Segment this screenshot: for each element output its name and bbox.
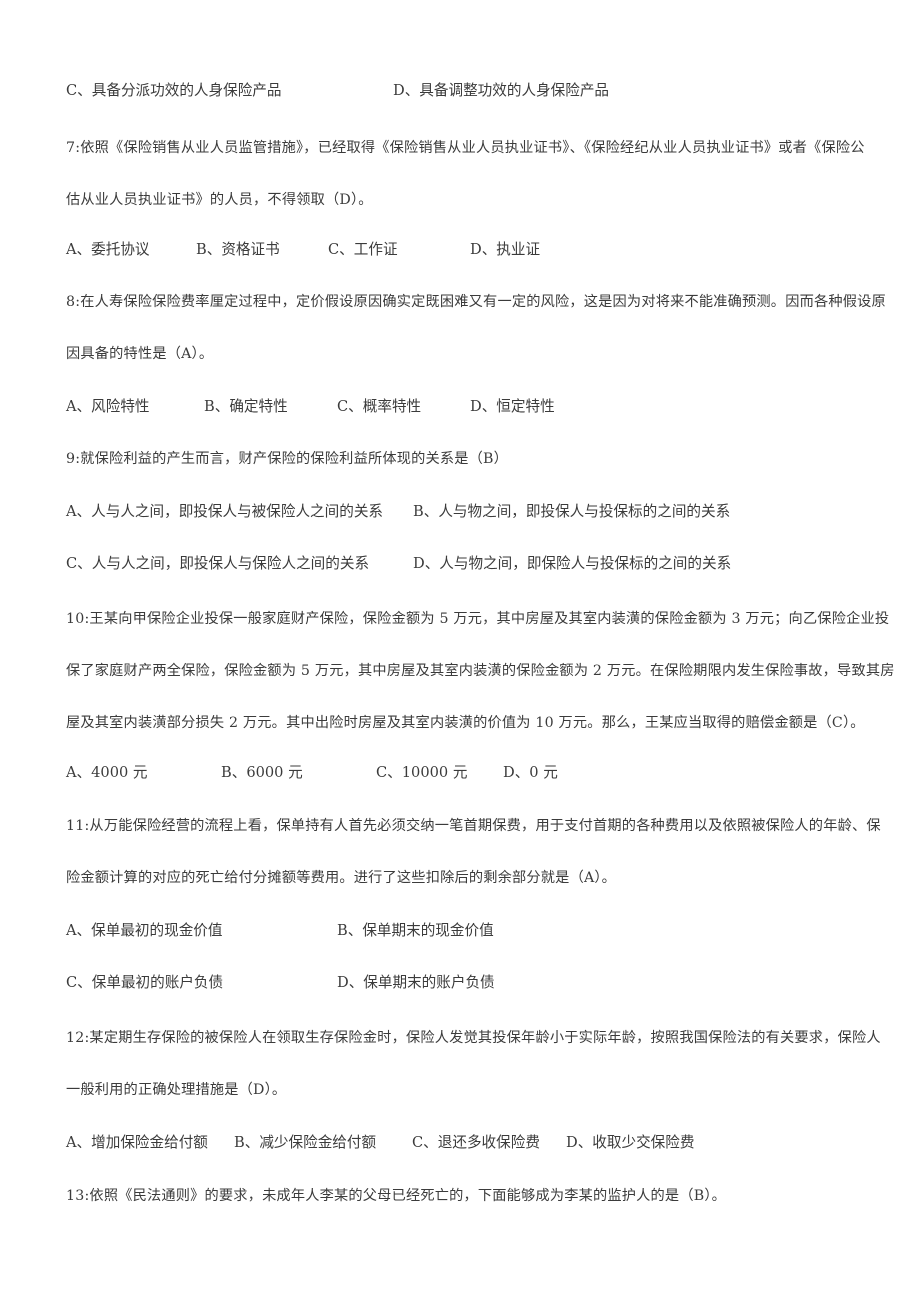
- question-text-line: 因具备的特性是（A）。: [66, 346, 214, 362]
- answer-option[interactable]: D、人与物之间，即保险人与投保标的之间的关系: [413, 556, 731, 572]
- answer-option[interactable]: B、减少保险金给付额: [234, 1135, 376, 1151]
- answer-option[interactable]: B、资格证书: [196, 242, 280, 258]
- answer-option[interactable]: A、委托协议: [66, 242, 150, 258]
- answer-option[interactable]: A、4000 元: [66, 765, 148, 781]
- answer-option[interactable]: B、6000 元: [221, 765, 303, 781]
- question-text-line: 一般利用的正确处理措施是（D）。: [66, 1082, 287, 1098]
- answer-option[interactable]: D、保单期末的账户负债: [337, 975, 495, 991]
- document-page: C、具备分派功效的人身保险产品 D、具备调整功效的人身保险产品 7:依照《保险销售从…: [0, 0, 920, 1302]
- question-text-line: 估从业人员执业证书》的人员，不得领取（D）。: [66, 192, 373, 208]
- answer-option[interactable]: A、保单最初的现金价值: [66, 923, 222, 939]
- question-text-line: 12:某定期生存保险的被保险人在领取生存保险金时，保险人发觉其投保年龄小于实际年…: [66, 1030, 881, 1046]
- answer-option[interactable]: C、退还多收保险费: [412, 1135, 540, 1151]
- answer-option[interactable]: A、风险特性: [66, 399, 150, 415]
- answer-option[interactable]: D、收取少交保险费: [566, 1135, 694, 1151]
- answer-option[interactable]: B、人与物之间，即投保人与投保标的之间的关系: [413, 504, 730, 520]
- answer-option[interactable]: C、工作证: [328, 242, 398, 258]
- question-text-line: 13:依照《民法通则》的要求，未成年人李某的父母已经死亡的，下面能够成为李某的监…: [66, 1188, 727, 1204]
- question-text-line: 11:从万能保险经营的流程上看，保单持有人首先必须交纳一笔首期保费，用于支付首期…: [66, 818, 881, 834]
- answer-option[interactable]: B、保单期末的现金价值: [337, 923, 494, 939]
- answer-option[interactable]: A、人与人之间，即投保人与被保险人之间的关系: [66, 504, 383, 520]
- question-text-line: 10:王某向甲保险企业投保一般家庭财产保险，保险金额为 5 万元，其中房屋及其室…: [66, 611, 890, 627]
- answer-option[interactable]: C、概率特性: [337, 399, 421, 415]
- answer-option[interactable]: A、增加保险金给付额: [66, 1135, 208, 1151]
- answer-option[interactable]: C、具备分派功效的人身保险产品: [66, 83, 281, 99]
- answer-option[interactable]: C、保单最初的账户负债: [66, 975, 223, 991]
- question-text-line: 9:就保险利益的产生而言，财产保险的保险利益所体现的关系是（B）: [66, 451, 509, 467]
- answer-option[interactable]: D、具备调整功效的人身保险产品: [393, 83, 609, 99]
- question-text-line: 屋及其室内装潢部分损失 2 万元。其中出险时房屋及其室内装潢的价值为 10 万元…: [66, 715, 865, 731]
- question-text-line: 险金额计算的对应的死亡给付分摊额等费用。进行了这些扣除后的剩余部分就是（A）。: [66, 870, 617, 886]
- answer-option[interactable]: D、执业证: [470, 242, 540, 258]
- answer-option[interactable]: D、恒定特性: [470, 399, 555, 415]
- question-text-line: 7:依照《保险销售从业人员监管措施》，已经取得《保险销售从业人员执业证书》、《保…: [66, 140, 865, 156]
- answer-option[interactable]: B、确定特性: [204, 399, 288, 415]
- question-text-line: 8:在人寿保险保险费率厘定过程中，定价假设原因确实定既困难又有一定的风险，这是因…: [66, 294, 886, 310]
- answer-option[interactable]: C、人与人之间，即投保人与保险人之间的关系: [66, 556, 369, 572]
- answer-option[interactable]: C、10000 元: [376, 765, 467, 781]
- question-text-line: 保了家庭财产两全保险，保险金额为 5 万元，其中房屋及其室内装潢的保险金额为 2…: [66, 663, 895, 679]
- answer-option[interactable]: D、0 元: [503, 765, 558, 781]
